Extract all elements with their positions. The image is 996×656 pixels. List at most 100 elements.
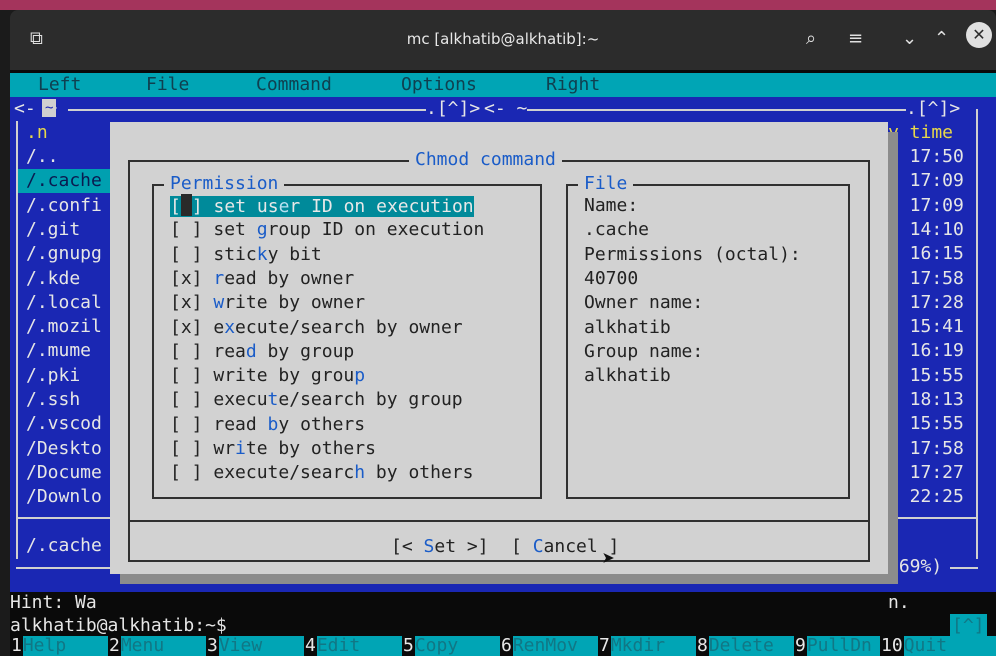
- permission-checkbox[interactable]: [x] execute/search by owner: [170, 316, 463, 340]
- checkbox-mark[interactable]: [ ]: [170, 365, 203, 386]
- checkbox-label: write by group: [213, 365, 366, 387]
- permission-checkbox[interactable]: [x] read by owner: [170, 267, 354, 291]
- file-row-time[interactable]: 4 17:58: [888, 437, 964, 461]
- left-panel-header-right[interactable]: .[^]>: [426, 97, 481, 122]
- file-row[interactable]: /.mozil: [26, 315, 102, 339]
- checkbox-mark[interactable]: [x]: [170, 317, 203, 338]
- file-row[interactable]: /.gnupg: [26, 242, 102, 266]
- file-row-time[interactable]: 9 18:13: [888, 388, 964, 412]
- hamburger-menu-icon[interactable]: ≡: [848, 28, 863, 49]
- right-panel-header: <- ~: [484, 97, 528, 122]
- file-info-line: Permissions (octal):: [584, 243, 801, 265]
- mc-menubar: Left File Command Options Right: [10, 73, 996, 97]
- fkey-renmov-button[interactable]: 6RenMov: [500, 634, 578, 656]
- dialog-title: Chmod command: [409, 148, 562, 173]
- checkbox-mark[interactable]: [x]: [170, 268, 203, 289]
- file-row[interactable]: /Deskto: [26, 437, 102, 461]
- checkbox-label: read by owner: [213, 267, 355, 289]
- file-row[interactable]: /.confi: [26, 194, 102, 218]
- menu-right[interactable]: Right: [546, 73, 600, 97]
- fkey-help-button[interactable]: 1Help: [10, 634, 66, 656]
- file-row-time[interactable]: 6 15:55: [888, 412, 964, 436]
- checkbox-label: execute/search by group: [213, 389, 463, 411]
- checkbox-mark[interactable]: [ ]: [170, 244, 203, 265]
- checkbox-mark[interactable]: [ ]: [170, 462, 203, 483]
- file-row[interactable]: /Docume: [26, 461, 102, 485]
- permission-checkbox[interactable]: [ ] execute/search by group: [170, 388, 463, 412]
- file-info-line: alkhatib: [584, 365, 671, 387]
- checkbox-mark[interactable]: []: [170, 194, 203, 217]
- file-row[interactable]: /.kde: [26, 267, 80, 291]
- minimize-icon[interactable]: ⌄: [902, 28, 917, 49]
- checkbox-mark[interactable]: [x]: [170, 292, 203, 313]
- left-panel-path-button[interactable]: ~: [42, 99, 57, 117]
- history-button[interactable]: [^]: [950, 614, 987, 639]
- permission-checkbox[interactable]: [ ] set group ID on execution: [170, 218, 484, 242]
- file-row[interactable]: /.local: [26, 291, 102, 315]
- file-row-time[interactable]: 5 17:28: [888, 291, 964, 315]
- permission-checkbox[interactable]: [] set user ID on execution: [170, 194, 474, 219]
- file-row-time[interactable]: 4 17:50: [888, 145, 964, 169]
- checkbox-mark[interactable]: [ ]: [170, 219, 203, 240]
- file-row-time[interactable]: 6 16:19: [888, 339, 964, 363]
- file-info-line: Group name:: [584, 340, 704, 362]
- file-row[interactable]: /.git: [26, 218, 80, 242]
- file-row-time[interactable]: 7 17:09: [888, 194, 964, 218]
- file-row[interactable]: /Downlo: [26, 485, 102, 509]
- file-info-line: Name:: [584, 195, 639, 216]
- menu-left[interactable]: Left: [38, 73, 81, 97]
- file-row-time[interactable]: 7 17:09: [888, 169, 964, 193]
- left-col-name: .n: [26, 122, 48, 143]
- permission-checkbox[interactable]: [ ] write by others: [170, 437, 376, 461]
- file-row-time[interactable]: 6 16:15: [888, 242, 964, 266]
- search-icon[interactable]: ⌕: [806, 28, 816, 49]
- permission-checkbox[interactable]: [ ] write by group: [170, 364, 365, 388]
- file-row[interactable]: /..: [26, 145, 59, 169]
- menu-options[interactable]: Options: [401, 73, 477, 97]
- fkey-quit-button[interactable]: 10Quit: [880, 634, 947, 656]
- file-row-time[interactable]: 6 15:41: [888, 315, 964, 339]
- file-row[interactable]: /.vscod: [26, 412, 102, 436]
- permission-checkbox[interactable]: [ ] sticky bit: [170, 243, 322, 267]
- checkbox-mark[interactable]: [ ]: [170, 341, 203, 362]
- right-panel-header-right[interactable]: .[^]>: [906, 97, 961, 122]
- close-icon[interactable]: ✕: [966, 22, 992, 48]
- fkey-copy-button[interactable]: 5Copy: [402, 634, 458, 656]
- menu-file[interactable]: File: [146, 73, 189, 97]
- permission-checkbox[interactable]: [x] write by owner: [170, 291, 365, 315]
- fkey-edit-button[interactable]: 4Edit: [304, 634, 360, 656]
- fkey-menu-button[interactable]: 2Menu: [108, 634, 164, 656]
- file-info-line: 40700: [584, 267, 639, 289]
- file-row[interactable]: /.ssh: [26, 388, 80, 412]
- file-row[interactable]: /.mume: [26, 339, 91, 363]
- permission-checkbox[interactable]: [ ] read by others: [170, 413, 365, 437]
- terminal-area[interactable]: Left File Command Options Right <- ~ ~ .…: [10, 70, 996, 656]
- permission-checkbox[interactable]: [ ] read by group: [170, 340, 354, 364]
- file-row[interactable]: /.pki: [26, 364, 80, 388]
- file-row[interactable]: /.cache: [26, 169, 102, 193]
- file-row-time[interactable]: 6 15:55: [888, 364, 964, 388]
- checkbox-label: set group ID on execution: [213, 219, 485, 241]
- fkey-pulldn-button[interactable]: 9PullDn: [794, 634, 872, 656]
- maximize-icon[interactable]: ⌃: [934, 28, 949, 49]
- fkey-view-button[interactable]: 3View: [206, 634, 262, 656]
- checkbox-mark[interactable]: [ ]: [170, 438, 203, 459]
- file-row-time[interactable]: 3 14:10: [888, 218, 964, 242]
- file-row-time[interactable]: 4 22:25: [888, 485, 964, 509]
- fkey-mkdir-button[interactable]: 7Mkdir: [598, 634, 665, 656]
- menu-command[interactable]: Command: [256, 73, 332, 97]
- file-row-time[interactable]: 4 17:58: [888, 267, 964, 291]
- permission-checkbox[interactable]: [ ] execute/search by others: [170, 461, 473, 485]
- file-group-title: File: [578, 172, 634, 197]
- checkbox-mark[interactable]: [ ]: [170, 389, 203, 410]
- checkbox-label: execute/search by owner: [213, 316, 463, 338]
- checkbox-label: set user ID on execution: [213, 196, 474, 217]
- file-row-time[interactable]: 7 17:27: [888, 461, 964, 485]
- set-button[interactable]: [< Set >]: [391, 535, 489, 559]
- fkey-delete-button[interactable]: 8Delete: [696, 634, 774, 656]
- checkbox-mark[interactable]: [ ]: [170, 414, 203, 435]
- hint-text-end: n.: [888, 592, 910, 613]
- mouse-pointer-icon: ➤: [602, 547, 616, 572]
- hint-text: Hint: Wa: [10, 592, 97, 613]
- window-titlebar: ⧉ mc [alkhatib@alkhatib]:~ ⌕ ≡ ⌄ ⌃ ✕: [10, 10, 996, 70]
